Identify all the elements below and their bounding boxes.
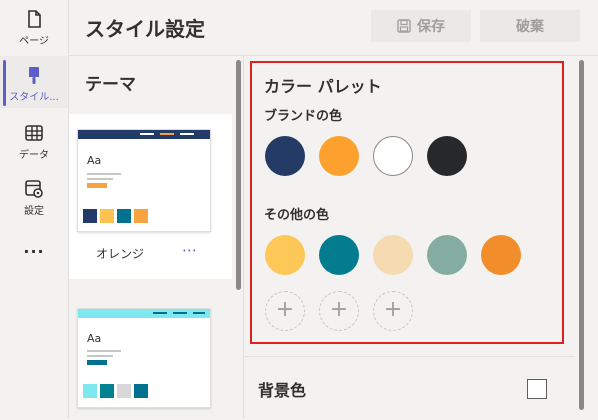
brand-colors-title: ブランドの色 (264, 109, 343, 124)
scrollbar-thumb[interactable] (579, 60, 584, 410)
rail-item-label: 設定 (24, 206, 44, 217)
theme-thumbnail: Aa (77, 308, 211, 408)
theme-swatch (83, 209, 97, 223)
table-icon (25, 125, 43, 141)
theme-accent-bar (87, 360, 107, 365)
theme-panel-scrollbar[interactable] (235, 56, 242, 419)
rail-item-more[interactable]: ... (0, 238, 68, 257)
save-button[interactable]: 保存 (371, 10, 471, 42)
theme-thumbnail-band (78, 309, 210, 318)
theme-swatch (100, 384, 114, 398)
theme-sample-text: Aa (87, 332, 102, 345)
rail-item-label: データ (19, 150, 49, 161)
palette-title: カラー パレット (264, 77, 382, 96)
theme-swatch (134, 209, 148, 223)
other-color-swatch[interactable] (427, 235, 467, 275)
page-icon (28, 10, 41, 28)
other-color-swatch[interactable] (481, 235, 521, 275)
theme-card-orange[interactable]: Aa オレンジ ⋯ (69, 114, 232, 279)
rail-item-settings[interactable]: 設定 (0, 178, 68, 217)
color-palette-section: カラー パレット ブランドの色 その他の色 + + + (250, 61, 564, 344)
theme-panel: テーマ Aa オレンジ ⋯ Aa (69, 56, 234, 419)
theme-swatch (100, 209, 114, 223)
settings-icon (25, 180, 43, 198)
theme-panel-title: テーマ (85, 75, 136, 95)
background-color-label: 背景色 (258, 381, 307, 400)
theme-name: オレンジ (96, 247, 145, 261)
theme-more-button[interactable]: ⋯ (182, 241, 197, 259)
theme-accent-bar (87, 183, 107, 188)
brand-color-swatch[interactable] (265, 136, 305, 176)
other-colors-title: その他の色 (264, 208, 330, 223)
theme-swatch (83, 384, 97, 398)
rail-item-label: スタイル... (9, 92, 59, 103)
save-icon (397, 19, 411, 33)
other-color-swatch[interactable] (319, 235, 359, 275)
other-color-swatch[interactable] (373, 235, 413, 275)
color-panel-scrollbar[interactable] (575, 56, 598, 419)
discard-button[interactable]: 破棄 (480, 10, 580, 42)
brand-color-swatch[interactable] (373, 136, 413, 176)
rail-item-page[interactable]: ページ (0, 8, 68, 47)
rail-item-label: ページ (19, 36, 49, 47)
style-brush-icon (29, 67, 39, 84)
scrollbar-thumb[interactable] (236, 60, 241, 290)
other-color-swatch[interactable] (265, 235, 305, 275)
theme-swatch (134, 384, 148, 398)
theme-card-teal[interactable]: Aa (69, 296, 232, 419)
header: スタイル設定 保存 破棄 (69, 0, 598, 56)
add-color-button[interactable]: + (373, 291, 413, 331)
brand-color-swatch[interactable] (319, 136, 359, 176)
theme-sample-text: Aa (87, 154, 102, 167)
background-color-swatch[interactable] (527, 379, 547, 399)
brand-color-swatch[interactable] (427, 136, 467, 176)
add-color-button[interactable]: + (319, 291, 359, 331)
page-title: スタイル設定 (85, 17, 205, 41)
left-rail: ページ スタイル... データ 設定 ... (0, 0, 69, 419)
add-color-button[interactable]: + (265, 291, 305, 331)
save-label: 保存 (417, 19, 445, 35)
background-color-row: 背景色 (244, 356, 576, 420)
theme-swatch (117, 384, 131, 398)
color-settings-panel: カラー パレット ブランドの色 その他の色 + + + 背景色 (243, 56, 576, 419)
rail-item-data[interactable]: データ (0, 122, 68, 161)
theme-swatch (117, 209, 131, 223)
theme-thumbnail: Aa (77, 129, 211, 232)
discard-label: 破棄 (516, 19, 544, 35)
rail-item-style[interactable]: スタイル... (0, 56, 68, 108)
more-icon: ... (23, 238, 45, 257)
